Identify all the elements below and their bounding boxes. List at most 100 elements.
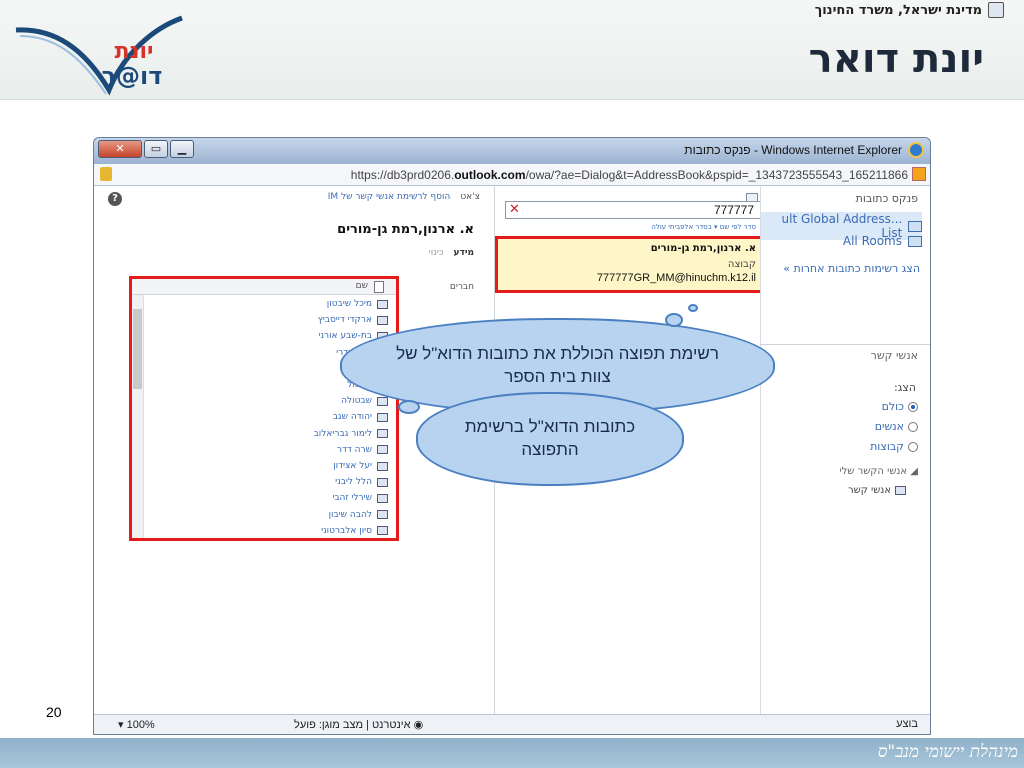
search-input[interactable]: ✕ 777777 <box>505 201 761 219</box>
detail-name: א. ארנון,רמת גן-מורים <box>337 222 474 237</box>
yonat-doar-logo: יונת דו@ר <box>15 15 183 96</box>
slide-footer: מינהלת יישומי מנב"ס <box>0 738 1024 768</box>
address-book-icon <box>908 235 922 247</box>
callout-member-addresses: כתובות הדוא"ל ברשימת התפוצה <box>416 392 684 486</box>
favicon-icon <box>912 167 926 181</box>
member-name: שרה דדר <box>336 444 372 455</box>
ie-status-bar: ▾ 100% ◉ אינטרנט | מצב מוגן: פועל בוצע <box>94 714 930 734</box>
member-row[interactable]: הלל ליבני <box>335 477 388 487</box>
clear-search-icon[interactable]: ✕ <box>509 202 520 217</box>
search-value: 777777 <box>713 203 754 217</box>
result-name: א. ארנון,רמת גן-מורים <box>650 243 756 254</box>
contact-card-icon <box>377 510 388 520</box>
contacts-section-title: אנשי קשר <box>870 349 918 362</box>
member-row[interactable]: שבטולה <box>341 396 388 406</box>
show-label: הצג: <box>894 381 916 394</box>
minimize-window-button[interactable]: ▁ <box>170 140 194 158</box>
result-email: 777777GR_MM@hinuchm.k12.il <box>596 272 756 284</box>
member-name: סיון אלברטוני <box>321 525 372 536</box>
member-name: יהודה שגב <box>332 412 372 423</box>
logo-title-text: יונת <box>114 39 153 64</box>
tab-alias[interactable]: כינוי <box>429 248 444 258</box>
footer-text: מינהלת יישומי מנב"ס <box>877 742 1018 762</box>
help-icon[interactable]: ? <box>108 192 122 206</box>
contacts-folder-link[interactable]: אנשי קשר <box>848 485 906 496</box>
member-row[interactable]: מיכל שיבטון <box>327 299 388 309</box>
page-number: 20 <box>46 704 62 720</box>
radio-selected-icon[interactable] <box>908 401 918 412</box>
globe-icon: ◉ <box>413 719 424 731</box>
contact-card-icon <box>377 445 388 455</box>
address-book-nav: פנקס כתובות ...ult Global Address List A… <box>760 186 930 716</box>
contact-card-icon <box>377 461 388 471</box>
sort-options[interactable]: סדר לפי שם ▾ בסדר אלפביתי עולה <box>651 223 756 231</box>
members-header-label: שם <box>355 281 368 291</box>
security-zone: ◉ אינטרנט | מצב מוגן: פועל <box>294 719 424 731</box>
radio-all[interactable]: כולם <box>882 400 918 413</box>
members-header[interactable]: שם <box>132 279 396 295</box>
member-name: הלל ליבני <box>335 477 372 488</box>
radio-icon[interactable] <box>908 421 918 432</box>
zoom-level[interactable]: ▾ 100% <box>118 718 155 731</box>
callout-tail-bubble <box>665 313 683 327</box>
members-scrollbar[interactable] <box>132 295 144 538</box>
member-name: יעל אצידון <box>333 461 372 471</box>
member-name: שירלי זהבי <box>332 493 372 504</box>
members-scrollbar-thumb[interactable] <box>133 309 142 389</box>
member-name: להבה שיבון <box>328 509 372 520</box>
members-list: שם מיכל שיבטוןארקדי דייסביץבת-שבע אורניצ… <box>129 276 399 541</box>
member-row[interactable]: שירלי זהבי <box>332 493 388 503</box>
member-row[interactable]: ארקדי דייסביץ <box>318 315 388 325</box>
svg-text:דו@ר: דו@ר <box>102 62 163 90</box>
member-row[interactable]: יהודה שגב <box>333 412 388 422</box>
member-row[interactable]: להבה שיבון <box>329 510 388 520</box>
member-name: ארקדי דייסביץ <box>317 315 372 326</box>
lock-icon[interactable] <box>100 167 112 181</box>
contact-card-icon <box>377 315 388 325</box>
contacts-icon <box>895 486 906 495</box>
contact-card-icon <box>377 299 388 309</box>
members-label: חברים <box>449 282 474 292</box>
status-done: בוצע <box>896 718 918 730</box>
address-url[interactable]: https://db3prd0206.outlook.com/owa/?ae=D… <box>351 168 908 182</box>
double-chevron-down-icon: » <box>783 262 790 275</box>
close-window-button[interactable]: ✕ <box>98 140 142 158</box>
ie-titlebar: ✕ ▭ ▁ פנקס כתובות - Windows Internet Exp… <box>94 138 930 164</box>
slide-header: מדינת ישראל, משרד החינוך יונת דואר יונת … <box>0 0 1024 100</box>
add-to-im-link[interactable]: הוסף לרשימת אנשי קשר של IM <box>328 192 451 202</box>
document-icon <box>374 281 384 293</box>
contact-card-icon <box>377 412 388 422</box>
member-name: לימור גבריאלוב <box>313 428 372 439</box>
detail-tabs: מידע כינוי <box>429 248 474 258</box>
ie-window-title: פנקס כתובות - Windows Internet Explorer <box>684 143 902 157</box>
address-bar[interactable]: https://db3prd0206.outlook.com/owa/?ae=D… <box>94 164 930 186</box>
chat-button[interactable]: צ'אט <box>460 192 480 202</box>
member-row[interactable]: יעל אצידון <box>333 461 388 471</box>
member-name: בת-שבע אורני <box>318 331 372 342</box>
radio-icon[interactable] <box>908 441 918 452</box>
state-emblem-icon <box>988 2 1004 18</box>
contact-card-icon <box>377 396 388 406</box>
callout-tail-bubble <box>398 400 420 414</box>
result-type: קבוצה <box>727 259 756 270</box>
radio-groups[interactable]: קבוצות <box>870 440 918 453</box>
contact-card-icon <box>377 429 388 439</box>
ie-logo-icon <box>908 142 924 158</box>
gov-line-text: מדינת ישראל, משרד החינוך <box>814 2 982 18</box>
contact-card-icon <box>377 493 388 503</box>
member-row[interactable]: שרה דדר <box>337 445 388 455</box>
tab-info[interactable]: מידע <box>454 248 474 258</box>
radio-people[interactable]: אנשים <box>875 420 918 433</box>
detail-actions: צ'אט הוסף לרשימת אנשי קשר של IM <box>328 192 480 202</box>
contact-card-icon <box>377 526 388 536</box>
member-row[interactable]: סיון אלברטוני <box>321 526 388 536</box>
contact-card-icon <box>377 477 388 487</box>
other-address-lists-link[interactable]: הצג רשימות כתובות אחרות » <box>783 262 920 275</box>
maximize-window-button[interactable]: ▭ <box>144 140 168 158</box>
member-name: מיכל שיבטון <box>326 299 372 309</box>
my-contacts-heading[interactable]: ◢ אנשי הקשר שלי <box>839 466 918 477</box>
all-rooms-item[interactable]: All Rooms <box>843 234 922 248</box>
member-row[interactable]: לימור גבריאלוב <box>314 429 388 439</box>
gov-line: מדינת ישראל, משרד החינוך <box>815 2 1004 18</box>
search-result-item[interactable]: א. ארנון,רמת גן-מורים קבוצה 777777GR_MM@… <box>495 236 765 293</box>
